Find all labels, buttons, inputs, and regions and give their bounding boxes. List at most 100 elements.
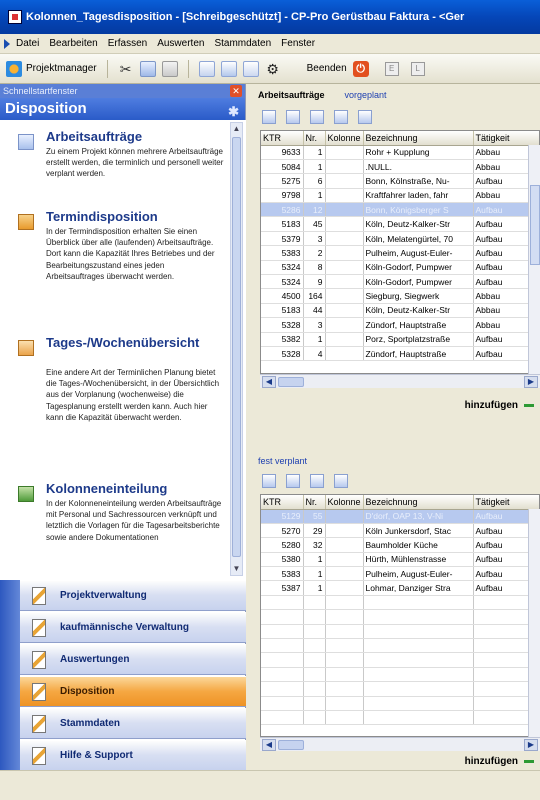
new-record-icon[interactable] [262, 110, 276, 124]
open-record-icon[interactable] [286, 474, 300, 488]
table-row[interactable]: 5183 44 Köln, Deutz-Kalker-Str Abbau [261, 303, 539, 319]
top-grid-vscroll[interactable] [528, 145, 540, 374]
edit-icon[interactable] [334, 110, 348, 124]
table-row[interactable]: 5270 29 Köln Junkersdorf, Stac Aufbau [261, 523, 539, 539]
open-record-icon[interactable] [286, 110, 300, 124]
preview-icon[interactable] [220, 60, 237, 77]
scrollbar-thumb[interactable] [278, 740, 304, 750]
column-header[interactable]: KTR [261, 495, 304, 510]
task-title[interactable]: Arbeitsaufträge [46, 130, 222, 144]
copy-icon[interactable] [139, 60, 156, 77]
scroll-right-icon[interactable]: ▶ [524, 376, 538, 388]
table-row[interactable]: 5379 3 Köln, Melatengürtel, 70 Aufbau [261, 231, 539, 247]
empty-row [261, 696, 539, 711]
task-title[interactable]: Termindisposition [46, 210, 222, 224]
menu-auswerten[interactable]: Auswerten [157, 38, 204, 49]
table-row[interactable]: 5183 45 Köln, Deutz-Kalker-Str Aufbau [261, 216, 539, 232]
scroll-up-icon[interactable]: ▲ [231, 123, 242, 135]
nav-auswertungen[interactable]: Auswertungen [20, 644, 246, 675]
column-header[interactable]: Nr. [303, 495, 326, 510]
nav-disposition[interactable]: Disposition [20, 676, 246, 707]
projektmanager-button[interactable]: Projektmanager [6, 60, 97, 77]
tab-arbeitsauftraege[interactable]: Arbeitsaufträge [258, 90, 325, 100]
nav-projektverwaltung[interactable]: Projektverwaltung [20, 580, 246, 611]
copy-record-icon[interactable] [310, 110, 324, 124]
table-row[interactable]: 9633 1 Rohr + Kupplung Abbau [261, 145, 539, 160]
bottom-grid-vscroll[interactable] [528, 509, 540, 737]
scroll-left-icon[interactable]: ◀ [262, 376, 276, 388]
table-row[interactable]: 5324 9 Köln-Godorf, Pumpwer Aufbau [261, 274, 539, 290]
table-cell: .NULL. [363, 159, 474, 175]
table-row[interactable]: 5380 1 Hürth, Mühlenstrasse Aufbau [261, 552, 539, 568]
quickstart-task-list: Arbeitsaufträge Zu einem Projekt können … [0, 120, 246, 580]
column-header[interactable]: Bezeichnung [363, 131, 474, 146]
quickstart-scrollbar[interactable]: ▲ ▼ [230, 122, 243, 576]
scrollbar-thumb[interactable] [278, 377, 304, 387]
table-row[interactable]: 5328 4 Zündorf, Hauptstraße Aufbau [261, 346, 539, 362]
tab-fest-verplant[interactable]: fest verplant [258, 456, 307, 466]
table-row[interactable]: 5383 2 Pulheim, August-Euler- Aufbau [261, 245, 539, 261]
table-row[interactable]: 4500 164 Siegburg, Siegwerk Abbau [261, 288, 539, 304]
scrollbar-thumb[interactable] [530, 185, 540, 265]
table-row[interactable]: 5084 1 .NULL. Abbau [261, 159, 539, 175]
table-row[interactable]: 5280 32 Baumholder Küche Aufbau [261, 537, 539, 553]
paste-icon[interactable] [161, 60, 178, 77]
table-row[interactable]: 5129 55 D'dorf, OAP 13, V-Ni Aufbau [261, 509, 539, 524]
table-row[interactable]: 5382 1 Porz, Sportplatzstraße Aufbau [261, 332, 539, 347]
column-header[interactable]: KTR [261, 131, 304, 146]
menu-datei[interactable]: Datei [16, 38, 39, 49]
task-title[interactable]: Tages-/Wochenübersicht [46, 336, 199, 350]
toolbar-box-l[interactable]: L [410, 61, 425, 76]
nav-hilfe-support[interactable]: Hilfe & Support [20, 740, 246, 771]
scroll-right-icon[interactable]: ▶ [524, 739, 538, 751]
table-cell: 2 [303, 245, 326, 261]
print-icon[interactable] [198, 60, 215, 77]
task-arbeitsauftraege[interactable]: Arbeitsaufträge Zu einem Projekt können … [0, 130, 226, 210]
nav-label: Stammdaten [60, 718, 121, 729]
add-bottom-button[interactable]: hinzufügen [465, 756, 534, 767]
column-header[interactable]: Bezeichnung [363, 495, 474, 510]
table-row[interactable]: 5324 8 Köln-Godorf, Pumpwer Aufbau [261, 260, 539, 276]
scrollbar-thumb[interactable] [232, 137, 241, 557]
table-cell: 1 [303, 159, 326, 175]
table-row[interactable]: 5383 1 Pulheim, August-Euler- Aufbau [261, 566, 539, 582]
table-row[interactable]: 5275 6 Bonn, Kölnstraße, Nu- Aufbau [261, 173, 539, 189]
table-cell [325, 245, 364, 261]
column-header[interactable]: Kolonne [325, 495, 364, 510]
task-tages-wochenuebersicht[interactable]: Tages-/Wochenübersicht Eine andere Art d… [0, 336, 226, 471]
new-record-icon[interactable] [262, 474, 276, 488]
task-kolonneneinteilung[interactable]: Kolonneneinteilung In der Kolonneneintei… [0, 482, 226, 580]
beenden-button[interactable]: Beenden ⏻ [307, 60, 369, 77]
nav-stammdaten[interactable]: Stammdaten [20, 708, 246, 739]
table-row[interactable]: 5328 3 Zündorf, Hauptstraße Abbau [261, 317, 539, 333]
toolbar-box-e[interactable]: E [384, 61, 399, 76]
column-header[interactable]: Nr. [303, 131, 326, 146]
task-termindisposition[interactable]: Termindisposition In der Termindispositi… [0, 210, 226, 340]
nav-kaufmaennische-verwaltung[interactable]: kaufmännische Verwaltung [20, 612, 246, 643]
scroll-down-icon[interactable]: ▼ [231, 563, 242, 575]
menu-stammdaten[interactable]: Stammdaten [214, 38, 271, 49]
edit-icon[interactable] [334, 474, 348, 488]
copy-record-icon[interactable] [310, 474, 324, 488]
scroll-left-icon[interactable]: ◀ [262, 739, 276, 751]
table-row[interactable]: 5387 1 Lohmar, Danziger Stra Aufbau [261, 580, 539, 596]
top-grid-hscroll[interactable]: ◀ ▶ [260, 374, 540, 388]
settings-icon[interactable]: ⚙ [265, 61, 281, 77]
task-title[interactable]: Kolonneneinteilung [46, 482, 222, 496]
cut-icon[interactable]: ✂ [118, 61, 134, 77]
menu-erfassen[interactable]: Erfassen [108, 38, 147, 49]
column-header[interactable]: Tätigkeit [473, 131, 539, 146]
column-header[interactable]: Kolonne [325, 131, 364, 146]
table-row[interactable]: 5286 12 Bonn, Königsberger S Aufbau [261, 202, 539, 218]
menu-bearbeiten[interactable]: Bearbeiten [49, 38, 97, 49]
column-header[interactable]: Tätigkeit [473, 495, 539, 510]
table-row[interactable]: 9798 1 Kraftfahrer laden, fahr Abbau [261, 188, 539, 204]
close-icon[interactable]: ✕ [230, 85, 242, 97]
mail-icon[interactable] [242, 60, 259, 77]
bottom-grid-hscroll[interactable]: ◀ ▶ [260, 737, 540, 751]
add-top-button[interactable]: hinzufügen [465, 400, 534, 411]
tab-vorgeplant[interactable]: vorgeplant [345, 90, 387, 100]
menu-fenster[interactable]: Fenster [281, 38, 315, 49]
delete-icon[interactable] [358, 110, 372, 124]
team-icon [18, 486, 34, 502]
